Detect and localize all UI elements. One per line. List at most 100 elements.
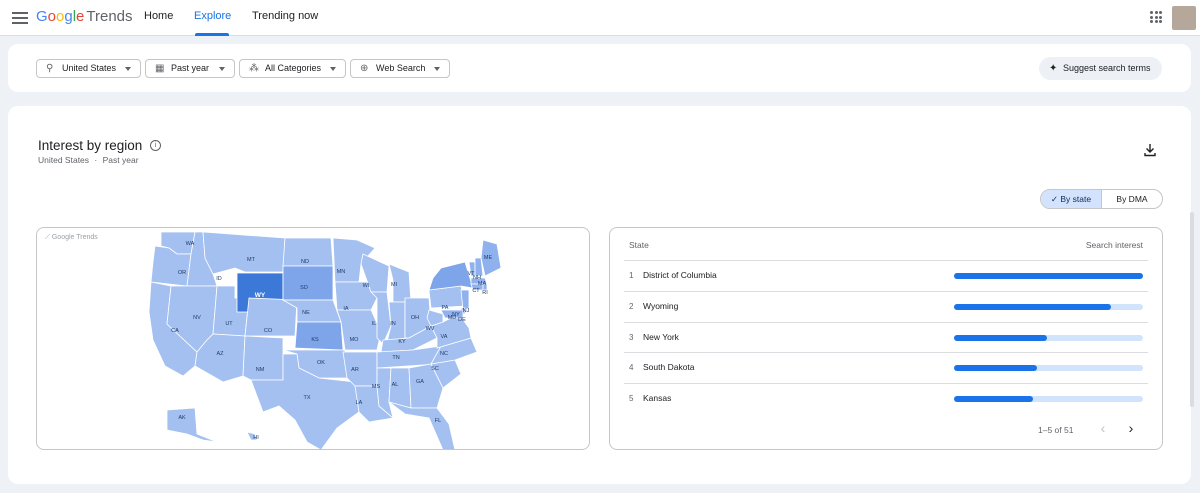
category-filter[interactable]: ⁂ All Categories <box>239 59 346 78</box>
state-label-de: DE <box>458 317 466 323</box>
state-nj[interactable] <box>460 289 470 311</box>
interest-by-region-card: Interest by region i United States · Pas… <box>8 106 1191 484</box>
table-row[interactable]: 5 Kansas <box>624 383 1148 414</box>
state-label-tx: TX <box>303 395 310 401</box>
state-label-mn: MN <box>337 269 346 275</box>
state-label-wy: WY <box>255 292 266 299</box>
state-label-il: IL <box>372 321 377 327</box>
state-fl[interactable] <box>388 401 456 450</box>
search-type-filter-label: Web Search <box>376 63 426 73</box>
previous-page-button[interactable]: ‹ <box>1094 420 1112 438</box>
table-row[interactable]: 2 Wyoming <box>624 291 1148 322</box>
state-al[interactable] <box>388 367 412 409</box>
row-state-name: Wyoming <box>643 301 679 311</box>
state-label-ar: AR <box>351 367 359 373</box>
state-ny[interactable] <box>428 261 474 291</box>
column-header-search-interest: Search interest <box>1085 240 1143 250</box>
interest-bar <box>954 273 1143 279</box>
state-mo[interactable] <box>336 309 382 351</box>
state-label-ca: CA <box>171 328 179 334</box>
state-label-ma: MA <box>478 281 487 287</box>
filter-bar: ⚲ United States ▦ Past year ⁂ All Catego… <box>8 44 1191 92</box>
state-label-id: ID <box>216 276 222 282</box>
state-label-nv: NV <box>193 315 201 321</box>
tab-explore[interactable]: Explore <box>194 10 231 22</box>
active-tab-indicator <box>195 33 229 36</box>
state-label-ut: UT <box>225 321 233 327</box>
info-icon[interactable]: i <box>150 140 161 151</box>
row-state-name: New York <box>643 332 679 342</box>
time-filter[interactable]: ▦ Past year <box>145 59 235 78</box>
state-label-mt: MT <box>247 257 256 263</box>
state-label-wa: WA <box>186 241 195 247</box>
table-row[interactable]: 1 District of Columbia <box>624 260 1148 291</box>
top-bar: Google Trends Home Explore Trending now <box>0 0 1200 36</box>
state-label-ga: GA <box>416 379 424 385</box>
state-label-ok: OK <box>317 360 325 366</box>
suggest-search-terms-button[interactable]: ✦ Suggest search terms <box>1039 57 1162 80</box>
state-label-mi: MI <box>391 282 398 288</box>
state-ak[interactable] <box>166 407 218 443</box>
state-label-in: IN <box>390 321 396 327</box>
interest-bar-fill <box>954 335 1047 341</box>
row-rank: 1 <box>629 271 634 280</box>
row-rank: 2 <box>629 302 634 311</box>
avatar[interactable] <box>1172 6 1196 30</box>
google-trends-logo[interactable]: Google Trends <box>36 8 133 25</box>
menu-icon[interactable] <box>12 9 28 27</box>
interest-bar-fill <box>954 396 1034 402</box>
globe-icon: ⊕ <box>360 63 369 74</box>
row-state-name: South Dakota <box>643 362 695 372</box>
location-filter-label: United States <box>62 63 117 73</box>
row-state-name: Kansas <box>643 393 672 403</box>
state-label-nm: NM <box>256 367 265 373</box>
state-label-va: VA <box>441 334 448 340</box>
interest-bar <box>954 335 1143 341</box>
chevron-down-icon <box>125 67 131 71</box>
state-label-ky: KY <box>398 339 406 345</box>
location-filter[interactable]: ⚲ United States <box>36 59 141 78</box>
interest-bar-fill <box>954 273 1143 279</box>
table-row[interactable]: 4 South Dakota <box>624 352 1148 383</box>
sparkle-icon: ✦ <box>1049 63 1058 74</box>
state-label-ia: IA <box>343 306 349 312</box>
category-icon: ⁂ <box>249 63 259 74</box>
check-icon: ✓ <box>1050 194 1061 204</box>
tab-trending-now[interactable]: Trending now <box>252 10 318 22</box>
interest-bar <box>954 396 1143 402</box>
state-nm[interactable] <box>242 335 284 381</box>
state-label-ks: KS <box>311 337 319 343</box>
location-pin-icon: ⚲ <box>46 63 54 74</box>
suggest-search-terms-label: Suggest search terms <box>1063 63 1151 73</box>
state-label-wi: WI <box>363 283 370 289</box>
state-label-ak: AK <box>178 415 186 421</box>
page-scrollbar[interactable] <box>1190 212 1194 407</box>
apps-grid-icon[interactable] <box>1150 11 1162 23</box>
next-page-button[interactable]: › <box>1122 420 1140 438</box>
region-level-toggle: ✓ By state By DMA <box>1040 189 1163 209</box>
by-state-toggle[interactable]: ✓ By state <box>1041 190 1102 208</box>
state-label-pa: PA <box>442 305 449 311</box>
state-label-me: ME <box>484 255 493 261</box>
calendar-icon: ▦ <box>155 63 165 74</box>
state-ks[interactable] <box>294 321 344 351</box>
region-table: State Search interest 1 District of Colum… <box>609 227 1163 450</box>
search-type-filter[interactable]: ⊕ Web Search <box>350 59 450 78</box>
chevron-down-icon <box>434 67 440 71</box>
tab-home[interactable]: Home <box>144 10 173 22</box>
download-icon[interactable] <box>1144 143 1156 157</box>
state-sd[interactable] <box>282 265 334 301</box>
pagination-label: 1–5 of 51 <box>1038 425 1074 435</box>
state-label-nj: NJ <box>463 308 470 314</box>
section-title: Interest by region <box>38 138 143 153</box>
state-label-tn: TN <box>392 355 399 361</box>
state-label-nd: ND <box>301 259 309 265</box>
state-mt[interactable] <box>202 231 286 275</box>
by-state-label: By state <box>1060 194 1092 204</box>
time-filter-label: Past year <box>171 63 210 73</box>
interest-bar <box>954 365 1143 371</box>
table-row[interactable]: 3 New York <box>624 322 1148 353</box>
by-dma-toggle[interactable]: By DMA <box>1102 190 1162 208</box>
us-map: WA OR CA ID NV UT AZ MT WY CO NM ND SD NE KS OK TX MN IA MO… <box>148 231 502 450</box>
chevron-down-icon <box>219 67 225 71</box>
